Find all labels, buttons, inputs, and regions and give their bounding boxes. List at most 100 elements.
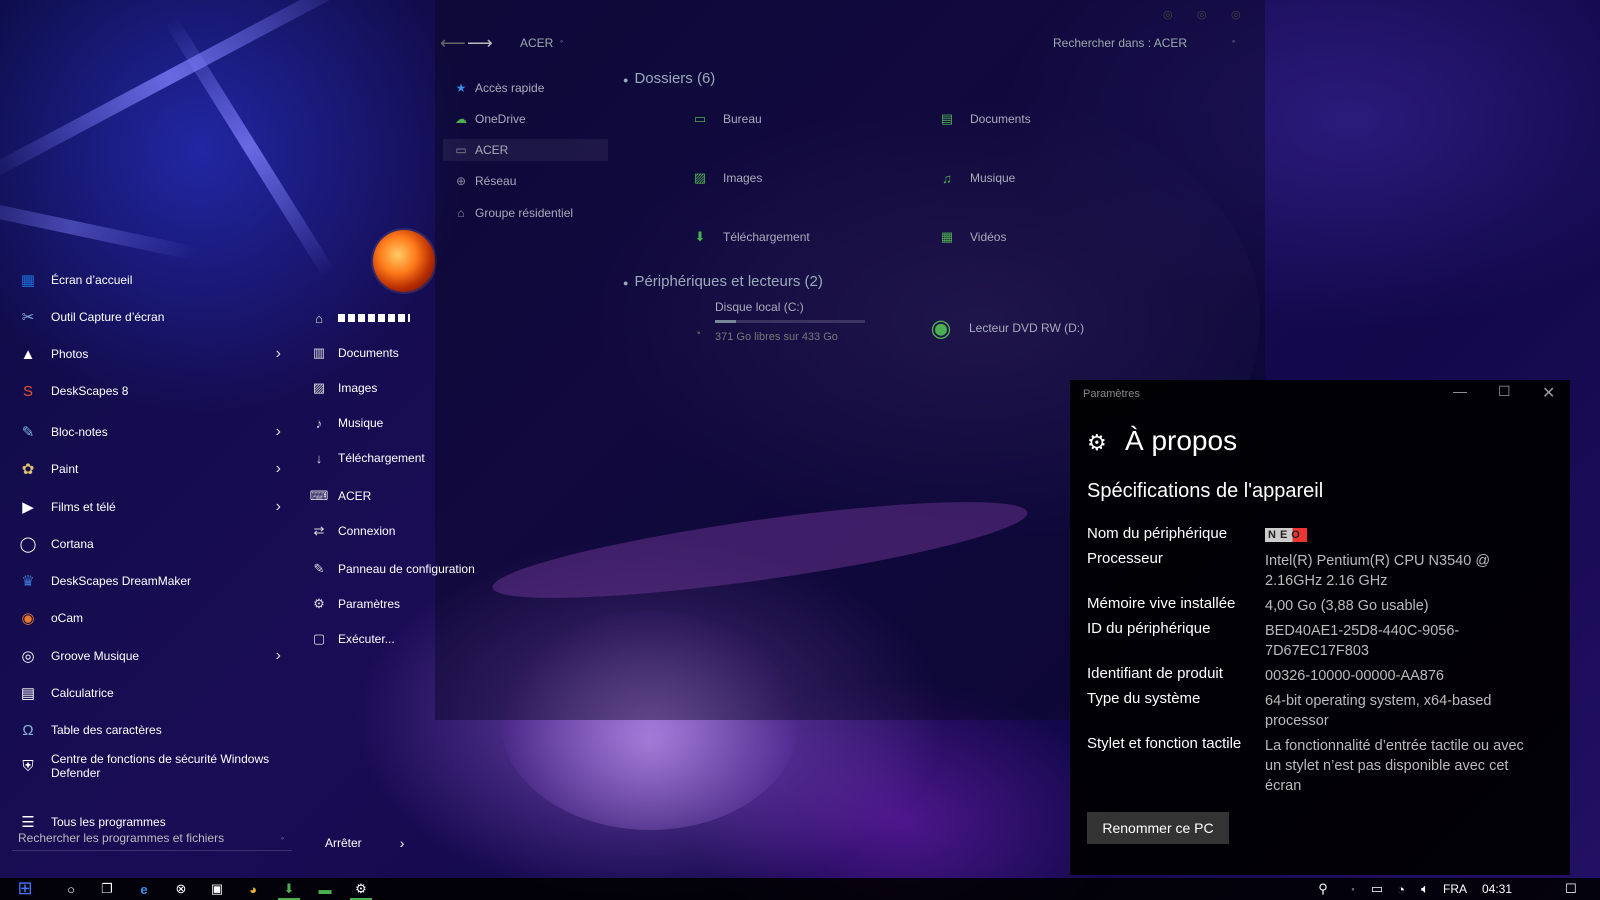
nav-item[interactable]: ⊕ Réseau <box>453 170 516 192</box>
start-app-item[interactable]: ▲ Photos › <box>0 336 295 372</box>
start-app-item[interactable]: ◉ oCam <box>0 600 295 636</box>
folders-header-label: Dossiers (6) <box>634 70 716 87</box>
chevron-right-icon[interactable]: › <box>276 498 281 516</box>
start-place-item[interactable]: ▢ Exécuter... <box>310 624 395 654</box>
start-place-item[interactable]: ▥ Documents <box>310 338 399 368</box>
address-bar[interactable]: ACER <box>520 36 553 50</box>
folder-label: Musique <box>970 171 1016 185</box>
start-app-item[interactable]: ⛨ Centre de fonctions de sécurité Windows… <box>0 748 295 784</box>
chevron-right-icon[interactable]: › <box>276 345 281 363</box>
folder-label: Documents <box>970 112 1031 126</box>
explorer-search-box[interactable]: Rechercher dans : ACER <box>1053 36 1187 50</box>
green-app-icon[interactable]: ▬ <box>314 880 336 898</box>
user-icon: ⌂ <box>315 310 323 326</box>
maximize-dot-icon[interactable]: ◎ <box>1197 8 1207 21</box>
start-place-item[interactable]: ♪ Musique <box>310 408 384 438</box>
folders-header[interactable]: ● Dossiers (6) <box>623 70 715 87</box>
nav-item-label: Réseau <box>475 174 517 188</box>
homegroup-icon: ⌂ <box>457 206 465 220</box>
drive-c-usage-fill <box>715 320 736 323</box>
close-dot-icon[interactable]: ◎ <box>1231 8 1241 21</box>
folder-tile[interactable]: ♫ Musique <box>940 170 1016 186</box>
photos-icon: ▲ <box>20 345 36 363</box>
user-name[interactable]: ⌂ <box>310 303 410 333</box>
store-icon[interactable]: ▣ <box>206 880 228 898</box>
start-app-item[interactable]: S DeskScapes 8 <box>0 373 295 409</box>
start-app-item[interactable]: ✂ Outil Capture d’écran <box>0 299 295 335</box>
download-folder-icon: ⬇ <box>694 229 706 244</box>
search-circle-icon[interactable]: ○ <box>60 880 82 898</box>
tray-dot-icon[interactable]: ◦ <box>1342 880 1364 898</box>
video-folder-icon: ▦ <box>940 229 954 244</box>
maximize-icon[interactable]: ☐ <box>1498 383 1511 400</box>
start-place-item[interactable]: ✎ Panneau de configuration <box>310 554 475 584</box>
forward-arrow-icon[interactable]: ⟶ <box>467 33 493 54</box>
rename-pc-button[interactable]: Renommer ce PC <box>1087 812 1229 844</box>
minimize-dot-icon[interactable]: ◎ <box>1163 8 1173 21</box>
wifi-icon[interactable]: ◔ <box>1390 880 1412 898</box>
folder-tile[interactable]: ▦ Vidéos <box>940 229 1007 244</box>
clock[interactable]: 04:31 <box>1478 880 1516 898</box>
spec-label: ID du périphérique <box>1087 620 1211 637</box>
people-icon[interactable]: ⚲ <box>1312 880 1334 898</box>
battery-icon[interactable]: ▭ <box>1366 880 1388 898</box>
chrome-icon[interactable]: ◕ <box>242 880 264 898</box>
snipping-tool-icon: ✂ <box>21 309 35 326</box>
start-app-item[interactable]: ▦ Écran d’accueil <box>0 262 295 298</box>
music-folder-icon: ♫ <box>942 170 952 186</box>
action-center-icon[interactable]: ☐ <box>1560 880 1582 898</box>
folder-tile[interactable]: ▤ Documents <box>940 111 1031 126</box>
nav-item[interactable]: ☁ OneDrive <box>453 108 526 130</box>
chevron-right-icon[interactable]: › <box>276 460 281 478</box>
chevron-right-icon[interactable]: › <box>276 423 281 441</box>
folder-tile[interactable]: ▭ Bureau <box>693 111 762 126</box>
start-app-item[interactable]: Ω Table des caractères <box>0 712 295 748</box>
task-view-icon[interactable]: ❐ <box>96 880 118 898</box>
drive-c[interactable]: Disque local (C:) 371 Go libres sur 433 … <box>715 300 895 350</box>
start-app-item[interactable]: ▶ Films et télé › <box>0 489 295 525</box>
start-place-label: Exécuter... <box>338 632 395 646</box>
power-label: Arrêter <box>325 836 362 850</box>
start-place-item[interactable]: ▨ Images <box>310 373 378 403</box>
start-place-item[interactable]: ⇄ Connexion <box>310 516 396 546</box>
close-icon[interactable]: ✕ <box>1542 383 1555 403</box>
user-avatar[interactable] <box>373 230 435 292</box>
volume-icon[interactable]: 🔈︎ <box>1414 880 1436 898</box>
start-place-item[interactable]: ⌨ ACER <box>310 481 372 511</box>
edge-icon[interactable]: e <box>133 880 155 898</box>
drive-c-free-space: 371 Go libres sur 433 Go <box>715 331 838 343</box>
drive-d[interactable]: ◉ Lecteur DVD RW (D:) <box>925 312 1085 344</box>
start-place-item[interactable]: ↓ Téléchargement <box>310 443 425 473</box>
settings-taskbar-icon[interactable]: ⚙ <box>350 880 372 900</box>
image-folder-icon: ▨ <box>693 170 707 185</box>
nav-item[interactable]: ▭ ACER <box>443 139 608 161</box>
minimize-icon[interactable]: — <box>1453 383 1467 399</box>
start-app-item[interactable]: ◯ Cortana <box>0 526 295 562</box>
language-indicator[interactable]: FRA <box>1440 880 1470 898</box>
start-place-item[interactable]: ⚙ Paramètres <box>310 589 400 619</box>
start-app-item[interactable]: ◎ Groove Musique › <box>0 638 295 674</box>
start-app-item[interactable]: ✿ Paint › <box>0 451 295 487</box>
start-search-placeholder: Rechercher les programmes et fichiers <box>18 831 225 845</box>
start-app-item[interactable]: ▤ Calculatrice <box>0 675 295 711</box>
app-active-icon[interactable]: ⬇ <box>278 880 300 900</box>
start-app-item[interactable]: ♛ DeskScapes DreamMaker <box>0 563 295 599</box>
back-arrow-icon[interactable]: ⟵ <box>440 33 466 54</box>
start-app-label: DeskScapes DreamMaker <box>51 574 192 588</box>
dreammaker-icon: ♛ <box>21 573 35 590</box>
xbox-icon[interactable]: ⊗ <box>170 880 192 898</box>
spec-value: BED40AE1-25D8-440C-9056-7D67EC17F803 <box>1265 623 1460 659</box>
nav-item[interactable]: ⌂ Groupe résidentiel <box>453 202 573 224</box>
devices-header[interactable]: ● Périphériques et lecteurs (2) <box>623 273 823 290</box>
nav-item[interactable]: ★ Accès rapide <box>453 77 545 99</box>
network-icon: ⊕ <box>455 174 467 188</box>
folder-tile[interactable]: ▨ Images <box>693 170 763 185</box>
folder-tile[interactable]: ⬇ Téléchargement <box>693 229 810 244</box>
start-app-item[interactable]: ✎ Bloc-notes › <box>0 414 295 450</box>
start-search-input[interactable]: Rechercher les programmes et fichiers ◦ <box>12 826 292 851</box>
chevron-right-icon[interactable]: › <box>276 647 281 665</box>
start-place-label: Documents <box>338 346 399 360</box>
windows-start-icon[interactable]: ⊞ <box>14 878 36 898</box>
expand-dot-icon: ● <box>623 278 629 288</box>
power-button[interactable]: Arrêter › <box>325 828 404 858</box>
